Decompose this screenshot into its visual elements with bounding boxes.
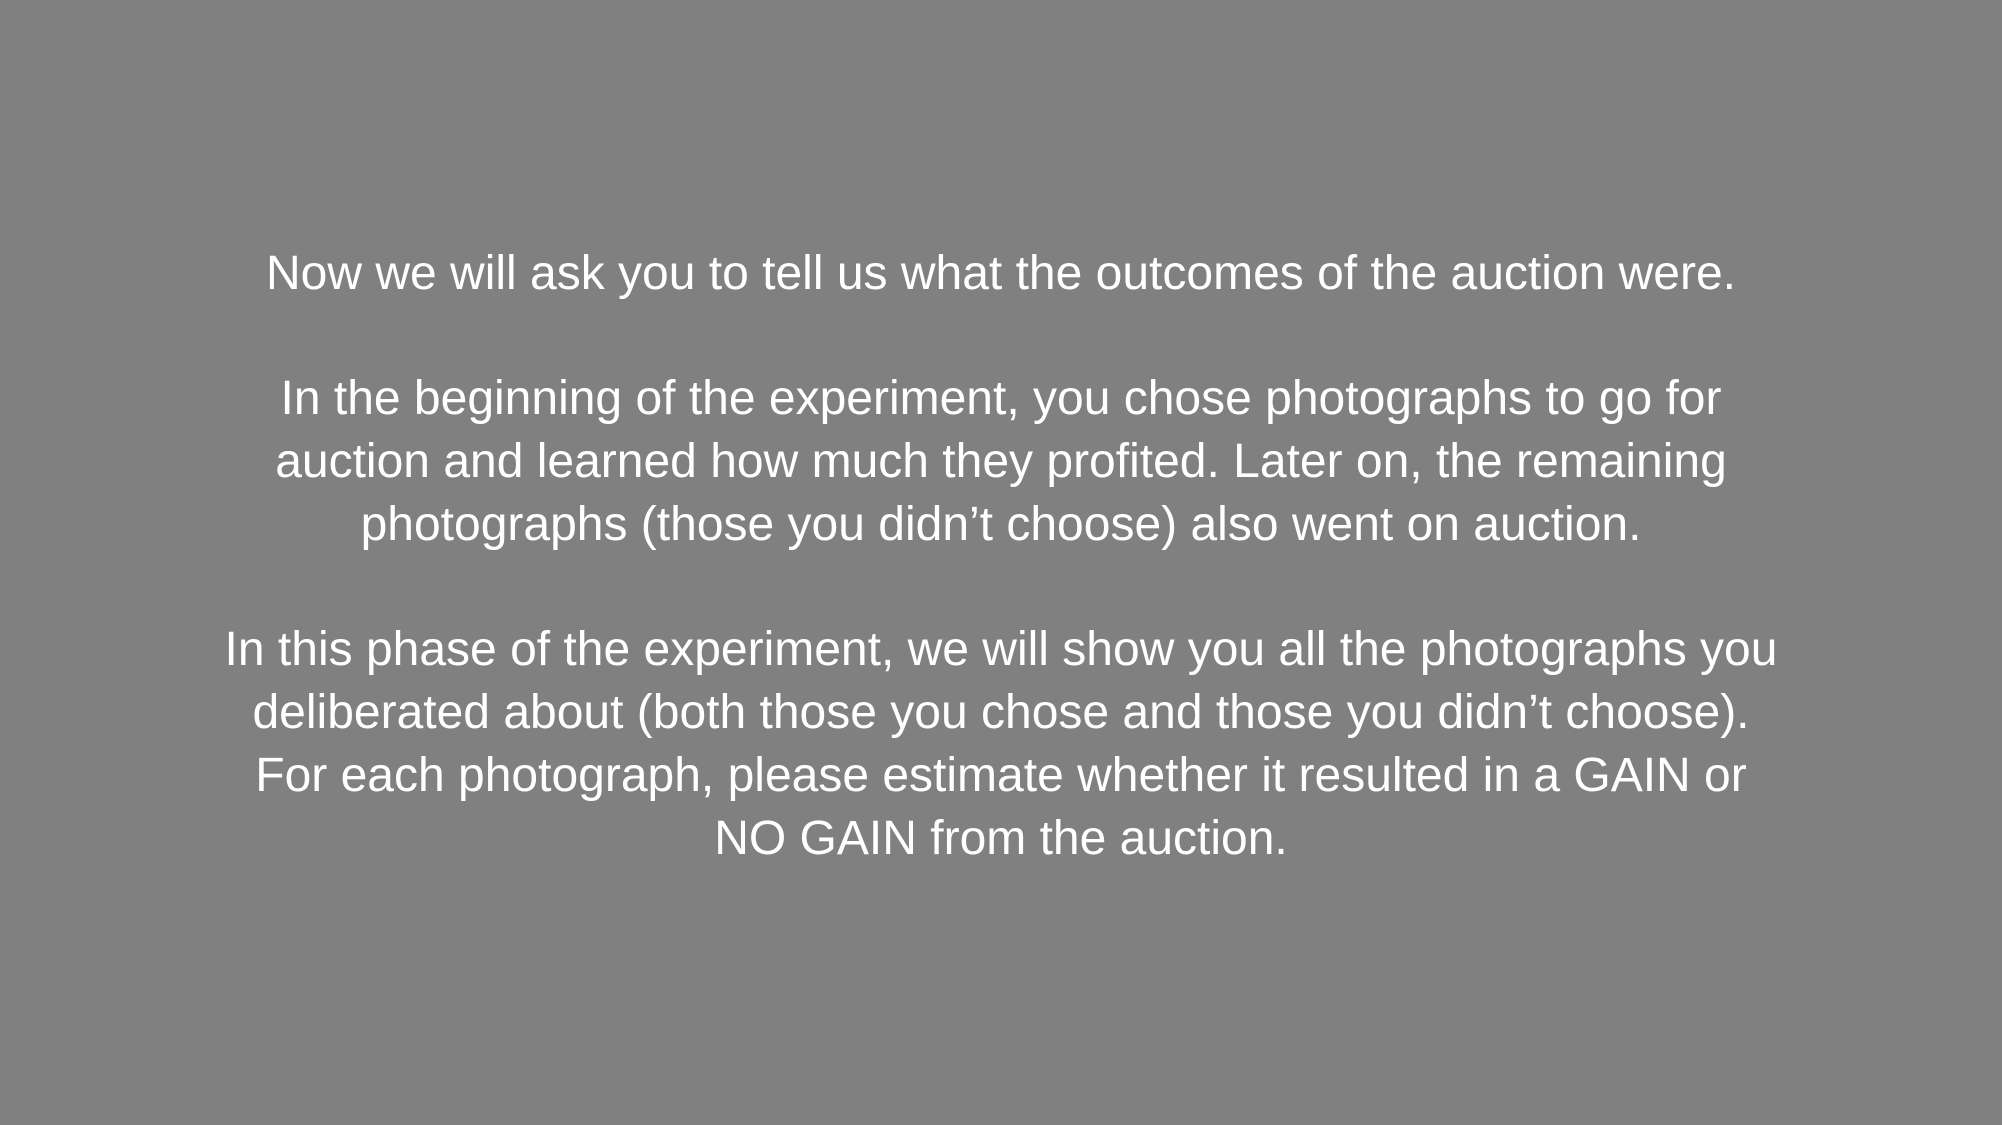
instruction-paragraph-task: In this phase of the experiment, we will… <box>0 618 2002 870</box>
experiment-instruction-screen: Now we will ask you to tell us what the … <box>0 0 2002 1125</box>
instruction-line: Now we will ask you to tell us what the … <box>265 247 1737 300</box>
instruction-line: photographs (those you didn’t choose) al… <box>360 498 1642 551</box>
instruction-line: In this phase of the experiment, we will… <box>224 623 1778 676</box>
instruction-line: deliberated about (both those you chose … <box>252 686 1750 739</box>
instruction-paragraph-intro: Now we will ask you to tell us what the … <box>0 242 2002 305</box>
instruction-text-block: Now we will ask you to tell us what the … <box>0 242 2002 870</box>
instruction-line: auction and learned how much they profit… <box>275 435 1727 488</box>
instruction-paragraph-background: In the beginning of the experiment, you … <box>0 367 2002 556</box>
instruction-line: For each photograph, please estimate whe… <box>255 749 1747 802</box>
instruction-line: NO GAIN from the auction. <box>714 812 1288 865</box>
instruction-line: In the beginning of the experiment, you … <box>280 372 1722 425</box>
